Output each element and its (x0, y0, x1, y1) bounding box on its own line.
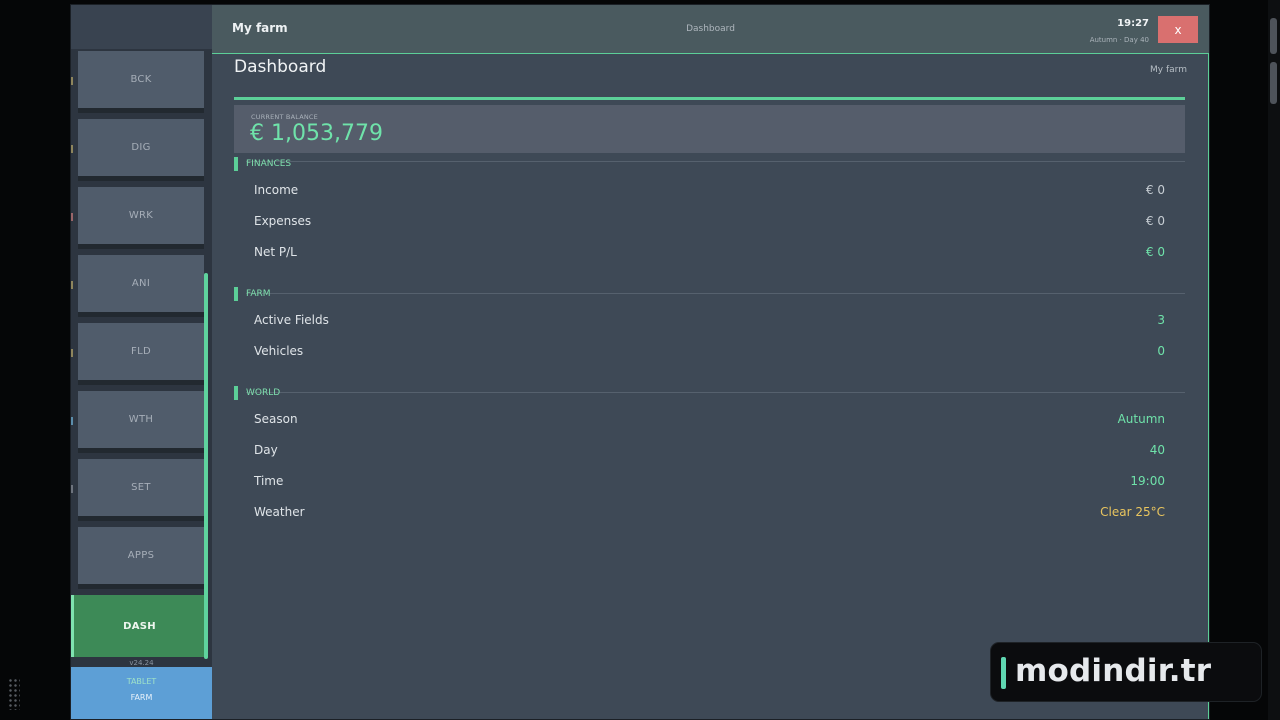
sidebar-item-marker (71, 349, 73, 357)
sidebar-item-label: BCK (130, 74, 152, 85)
row-value: 0 (1157, 344, 1165, 358)
close-icon: x (1174, 22, 1182, 37)
balance-card: CURRENT BALANCE € 1,053,779 (234, 105, 1185, 153)
row-label: Income (254, 183, 299, 197)
row-value: € 0 (1145, 214, 1165, 228)
world-row-weather: Weather Clear 25°C (254, 503, 1165, 523)
close-button[interactable]: x (1158, 16, 1198, 43)
tablet-farm-button[interactable]: TABLET FARM (71, 667, 212, 719)
section-rule (246, 161, 1185, 162)
row-value: € 0 (1145, 183, 1165, 197)
sidebar-item-label: DASH (123, 620, 156, 632)
window-scrollbar[interactable] (1268, 0, 1280, 720)
clock: 19:27 (1117, 18, 1149, 29)
sidebar-item-wth[interactable]: WTH (71, 391, 204, 453)
watermark-logo: modindir.tr (990, 642, 1262, 702)
scrollbar-thumb[interactable] (1270, 18, 1277, 54)
sidebar-item-apps[interactable]: APPS (78, 527, 204, 589)
sidebar-header (71, 5, 212, 49)
row-label: Day (254, 443, 278, 457)
sidebar-item-marker (71, 213, 73, 221)
row-value: 19:00 (1130, 474, 1165, 488)
world-row-season: Season Autumn (254, 410, 1165, 430)
farm-label: FARM (130, 693, 153, 702)
finance-row-income: Income € 0 (254, 181, 1165, 201)
world-row-day: Day 40 (254, 441, 1165, 461)
row-label: Time (254, 474, 284, 488)
section-rule (246, 392, 1185, 393)
finance-row-expenses: Expenses € 0 (254, 212, 1165, 232)
watermark-accent (1001, 657, 1006, 689)
sidebar-item-fld[interactable]: FLD (71, 323, 204, 385)
sidebar-item-marker (71, 485, 73, 493)
sidebar-item-label: DIG (131, 142, 151, 153)
sidebar-item-bck[interactable]: BCK (71, 51, 204, 113)
breadcrumb: My farm (1150, 65, 1187, 75)
sidebar-item-label: APPS (127, 550, 155, 561)
sidebar-item-ani[interactable]: ANI (71, 255, 204, 317)
sidebar-item-dash[interactable]: DASH (71, 595, 208, 657)
row-label: Active Fields (254, 313, 329, 327)
balance-label: CURRENT BALANCE (251, 113, 318, 121)
finance-row-net-pl: Net P/L € 0 (254, 243, 1165, 263)
sidebar-item-label: WTH (128, 414, 154, 425)
sidebar-item-wrk[interactable]: WRK (71, 187, 204, 249)
farm-row-vehicles: Vehicles 0 (254, 342, 1165, 362)
sidebar-item-dig[interactable]: DIG (71, 119, 204, 181)
section-farm: FARM (234, 287, 1185, 301)
season-day-label: Autumn · Day 40 (1089, 36, 1149, 44)
section-title: WORLD (246, 388, 281, 398)
sidebar-scrollbar[interactable] (204, 273, 208, 659)
section-accent (234, 386, 238, 400)
row-value: 3 (1157, 313, 1165, 327)
row-label: Net P/L (254, 245, 297, 259)
sidebar-item-marker (71, 77, 73, 85)
top-bar: My farm Dashboard 19:27 Autumn · Day 40 … (212, 5, 1209, 54)
world-row-time: Time 19:00 (254, 472, 1165, 492)
row-label: Vehicles (254, 344, 304, 358)
sidebar-item-label: WRK (128, 210, 154, 221)
tablet-app-window: BCK DIG WRK ANI FLD WTH SET APPS DASH v2… (70, 4, 1210, 720)
row-label: Season (254, 412, 298, 426)
row-value: 40 (1149, 443, 1165, 457)
row-value: Autumn (1117, 412, 1165, 426)
main-panel: My farm Dashboard 19:27 Autumn · Day 40 … (212, 5, 1209, 719)
watermark-text: modindir.tr (1015, 653, 1212, 689)
section-rule (246, 293, 1185, 294)
edge-dots-decoration (8, 678, 20, 710)
sidebar-item-label: SET (131, 482, 151, 493)
scrollbar-thumb[interactable] (1270, 62, 1277, 104)
current-screen-label: Dashboard (686, 24, 735, 34)
sidebar: BCK DIG WRK ANI FLD WTH SET APPS DASH v2… (71, 5, 212, 719)
version-label: v24.24 (129, 659, 154, 667)
section-title: FINANCES (246, 159, 292, 169)
row-label: Expenses (254, 214, 312, 228)
active-indicator (71, 595, 74, 657)
row-value: € 0 (1145, 245, 1165, 259)
tablet-label: TABLET (126, 677, 157, 686)
sidebar-item-label: ANI (131, 278, 151, 289)
page-title: Dashboard (234, 57, 327, 77)
row-label: Weather (254, 505, 305, 519)
section-accent (234, 157, 238, 171)
section-finances: FINANCES (234, 157, 1185, 171)
sidebar-item-marker (71, 281, 73, 289)
row-value: Clear 25°C (1100, 505, 1165, 519)
section-world: WORLD (234, 386, 1185, 400)
section-title: FARM (246, 289, 271, 299)
section-accent (234, 287, 238, 301)
title-accent-line (234, 97, 1185, 100)
farm-row-active-fields: Active Fields 3 (254, 311, 1165, 331)
balance-value: € 1,053,779 (250, 121, 383, 146)
sidebar-item-set[interactable]: SET (71, 459, 204, 521)
sidebar-item-label: FLD (131, 346, 151, 357)
panel-border (1208, 53, 1209, 719)
sidebar-item-marker (71, 417, 73, 425)
sidebar-item-marker (71, 145, 73, 153)
